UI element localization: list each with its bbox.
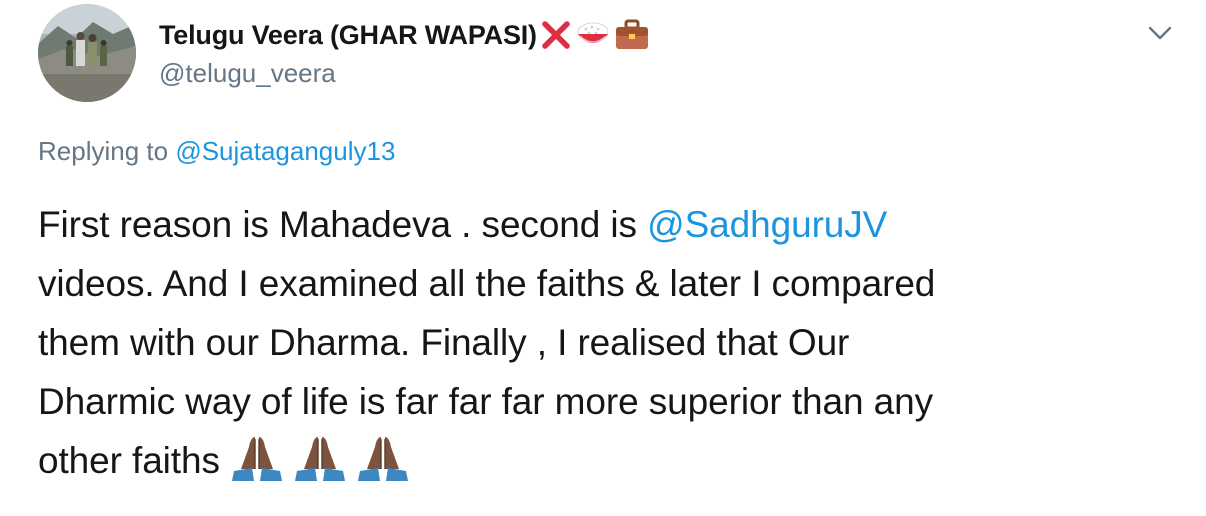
- folded-hands-icon: [231, 437, 282, 482]
- folded-hands-icon: [357, 437, 408, 482]
- tweet-text-line-1: First reason is Mahadeva . second is @Sa…: [38, 195, 1178, 254]
- tweet-text: First reason is Mahadeva . second is @Sa…: [38, 195, 1178, 490]
- avatar-photo: [38, 4, 136, 102]
- reply-mention-link[interactable]: @Sujataganguly13: [175, 136, 395, 166]
- briefcase-icon: [613, 18, 651, 52]
- replying-to-line: Replying to @Sujataganguly13: [38, 136, 395, 167]
- tweet-text-line-2: videos. And I examined all the faiths & …: [38, 263, 936, 304]
- tweet-text-line-4: Dharmic way of life is far far far more …: [38, 381, 933, 422]
- body-mention-link[interactable]: @SadhguruJV: [647, 204, 887, 245]
- tweet-text-line-3: them with our Dharma. Finally , I realis…: [38, 322, 850, 363]
- folded-hands-icon: [294, 437, 345, 482]
- avatar[interactable]: [38, 4, 136, 102]
- replying-to-label: Replying to: [38, 136, 169, 166]
- author-name-row[interactable]: Telugu Veera (GHAR WAPASI): [159, 16, 651, 54]
- tweet-text-line-5: other faiths: [38, 431, 1178, 490]
- tweet-text-segment: other faiths: [38, 440, 220, 481]
- tweet-card: Telugu Veera (GHAR WAPASI) @telugu_veera…: [0, 0, 1206, 516]
- cross-mark-icon: [539, 18, 573, 52]
- tweet-text-segment: First reason is Mahadeva . second is: [38, 204, 637, 245]
- author-handle[interactable]: @telugu_veera: [159, 58, 336, 89]
- rice-bowl-icon: [575, 18, 611, 52]
- folded-hands-group: [228, 435, 412, 483]
- author-display-name[interactable]: Telugu Veera (GHAR WAPASI): [159, 20, 537, 51]
- chevron-down-icon[interactable]: [1143, 16, 1177, 50]
